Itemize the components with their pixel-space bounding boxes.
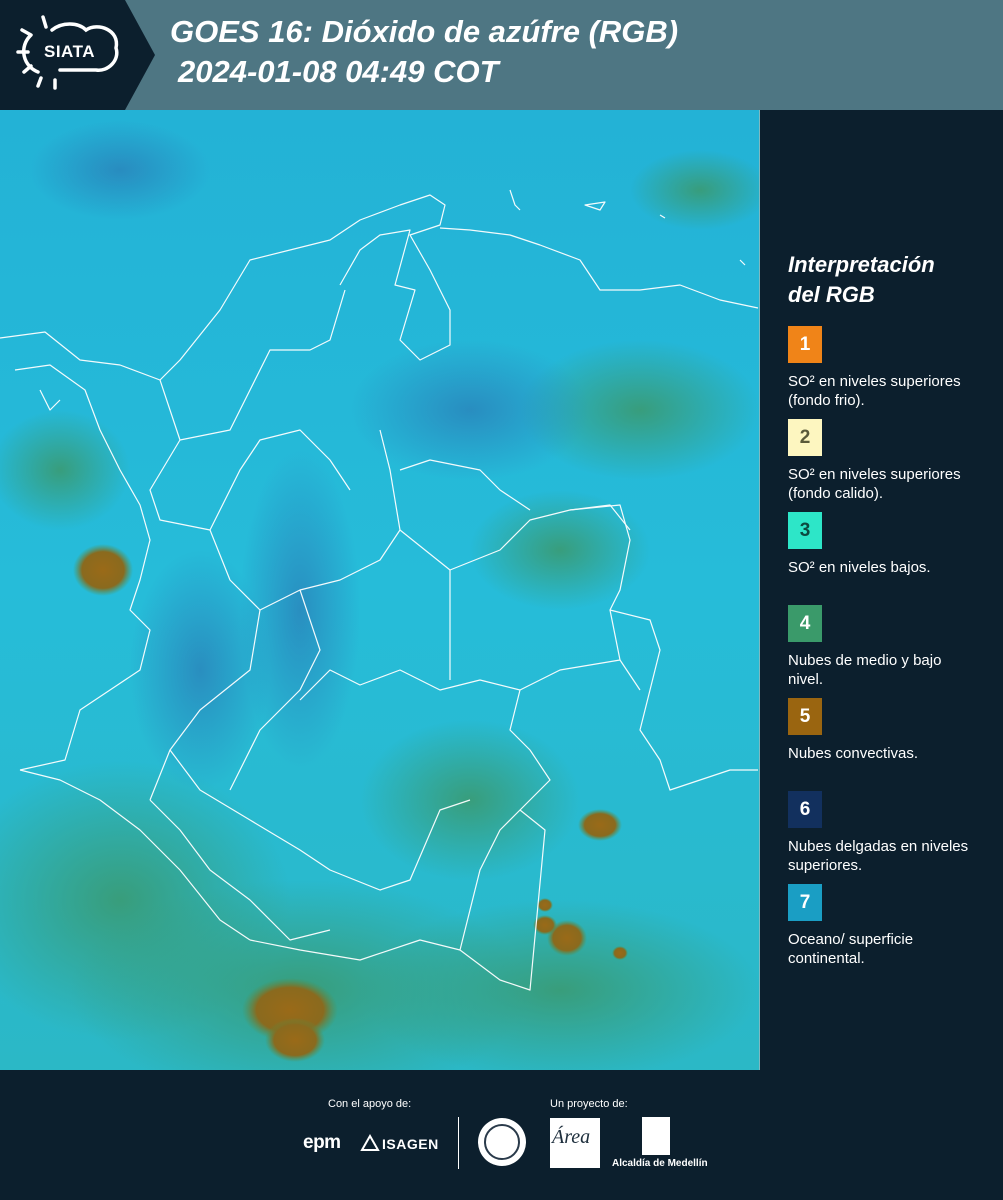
siata-brand-text: SIATA xyxy=(44,42,95,61)
legend-swatch: 5 xyxy=(788,698,822,735)
isagen-icon xyxy=(360,1134,380,1151)
legend-label: Nubes convectivas. xyxy=(788,745,919,762)
alcaldia-shield-icon xyxy=(642,1117,670,1155)
legend-item: 3 SO² en niveles bajos. xyxy=(788,512,998,605)
legend-item: 5 Nubes convectivas. xyxy=(788,698,998,791)
legend-swatch: 2 xyxy=(788,419,822,456)
isagen-logo: ISAGEN xyxy=(382,1136,439,1152)
map-image xyxy=(0,110,759,1070)
legend-label: Nubes delgadas en niveles superiores. xyxy=(788,838,969,874)
legend-label: SO² en niveles superiores (fondo frio). xyxy=(788,373,961,409)
legend-label: Oceano/ superficie continental. xyxy=(788,931,914,967)
alcaldia-logo-text: Alcaldía de Medellín xyxy=(612,1158,708,1169)
legend-title-line2: del RGB xyxy=(788,282,875,307)
footer-divider xyxy=(458,1117,459,1169)
page-title: GOES 16: Dióxido de azúfre (RGB) xyxy=(170,14,679,49)
legend-label: SO² en niveles superiores (fondo calido)… xyxy=(788,466,961,502)
legend-swatch: 7 xyxy=(788,884,822,921)
legend-label: SO² en niveles bajos. xyxy=(788,559,931,576)
medellin-seal-logo xyxy=(478,1118,526,1166)
legend-item: 2 SO² en niveles superiores (fondo calido… xyxy=(788,419,998,512)
legend-item: 4 Nubes de medio y bajo nivel. xyxy=(788,605,998,698)
siata-logo: SIATA xyxy=(0,0,155,110)
page-timestamp: 2024-01-08 04:49 COT xyxy=(178,54,499,89)
seal-ring xyxy=(484,1124,520,1160)
rgb-legend: Interpretación del RGB 1 SO² en niveles s… xyxy=(788,250,998,977)
legend-swatch: 6 xyxy=(788,791,822,828)
legend-title-line1: Interpretación xyxy=(788,252,935,277)
satellite-map xyxy=(0,110,760,1070)
legend-item: 6 Nubes delgadas en niveles superiores. xyxy=(788,791,998,884)
area-metropolitana-logo: Área xyxy=(550,1118,600,1168)
area-logo-text: Área xyxy=(552,1126,591,1148)
legend-swatch: 1 xyxy=(788,326,822,363)
legend-swatch: 4 xyxy=(788,605,822,642)
legend-item: 7 Oceano/ superficie continental. xyxy=(788,884,998,977)
header-bar: SIATA GOES 16: Dióxido de azúfre (RGB) 2… xyxy=(0,0,1003,110)
footer: Con el apoyo de: Un proyecto de: epm ISA… xyxy=(0,1070,1003,1200)
support-label: Con el apoyo de: xyxy=(328,1098,412,1110)
legend-items: 1 SO² en niveles superiores (fondo frio).… xyxy=(788,326,998,977)
legend-title: Interpretación del RGB xyxy=(788,250,998,310)
legend-item: 1 SO² en niveles superiores (fondo frio). xyxy=(788,326,998,419)
legend-label: Nubes de medio y bajo nivel. xyxy=(788,652,942,688)
project-label: Un proyecto de: xyxy=(550,1098,628,1110)
legend-swatch: 3 xyxy=(788,512,822,549)
epm-logo: epm xyxy=(303,1132,341,1153)
